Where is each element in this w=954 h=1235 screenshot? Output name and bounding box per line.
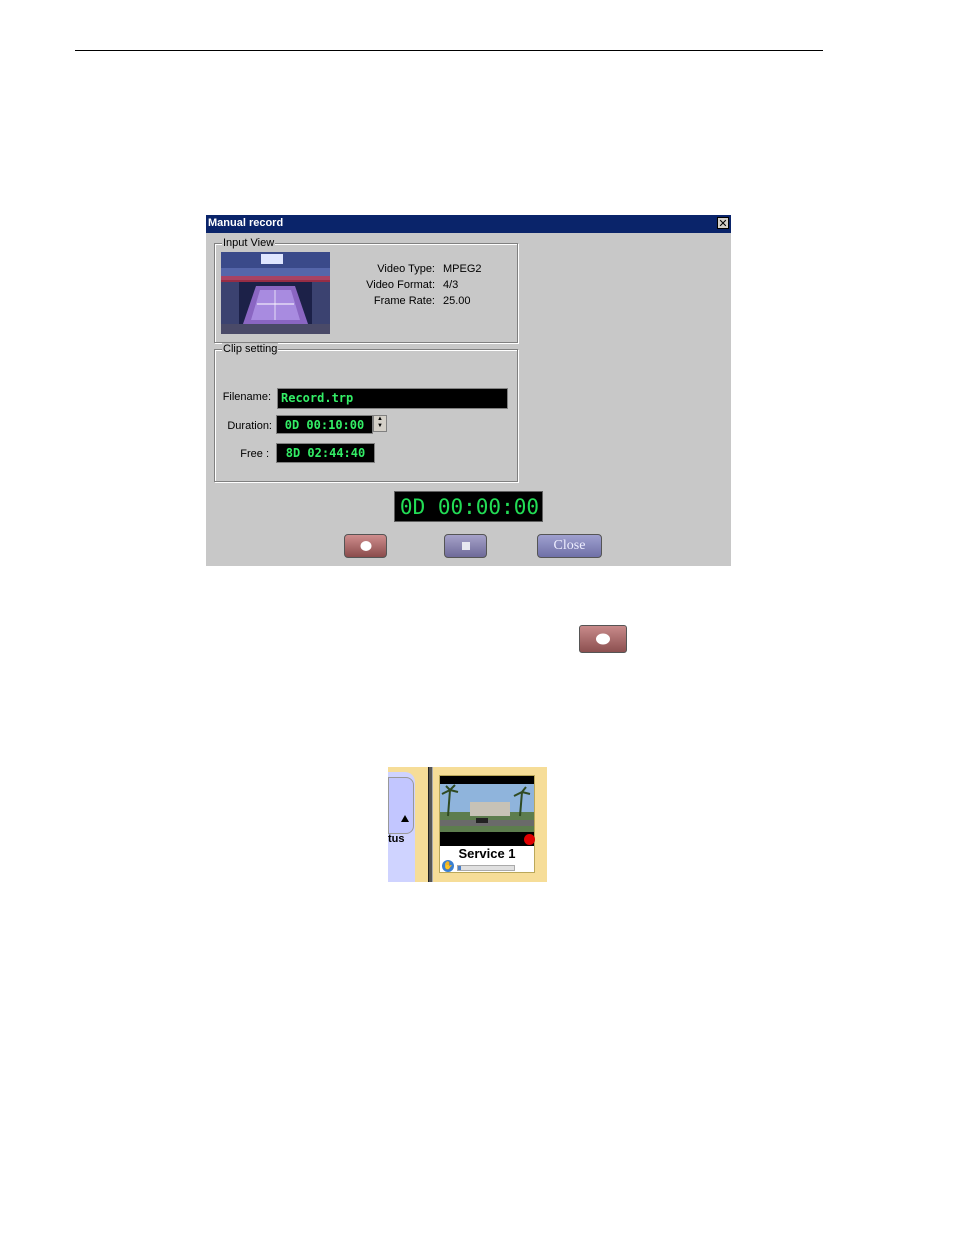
filename-label: Filename: — [222, 391, 271, 403]
record-button[interactable] — [344, 534, 387, 558]
duration-field[interactable]: 0D 00:10:00 — [276, 415, 373, 434]
clip-setting-group: Clip setting Filename: Record.trp Durati… — [214, 343, 518, 482]
service-card[interactable]: Service 1 ✋ — [439, 775, 535, 873]
clip-setting-label: Clip setting — [222, 343, 279, 355]
service-name: Service 1 — [458, 846, 516, 861]
close-icon[interactable]: ✕ — [717, 217, 729, 229]
scroll-up-button[interactable] — [388, 777, 414, 834]
record-dot-icon — [596, 633, 610, 645]
dialog-title: Manual record — [208, 217, 284, 229]
duration-label: Duration: — [227, 420, 272, 432]
header-rule — [75, 50, 823, 51]
close-button[interactable]: Close — [537, 534, 602, 558]
status-tab-label: tus — [388, 833, 405, 845]
duration-spinner[interactable]: ▲ ▼ — [373, 415, 387, 432]
service-progress-bar — [457, 865, 515, 871]
input-preview-thumbnail — [221, 252, 330, 334]
spin-up-icon[interactable]: ▲ — [374, 416, 386, 423]
frame-rate-label: Frame Rate: — [373, 295, 435, 307]
hand-icon: ✋ — [442, 860, 454, 872]
status-tab[interactable]: tus — [388, 772, 415, 882]
stop-button[interactable] — [444, 534, 487, 558]
input-view-group: Input View Video Type: MPEG2 Video Forma… — [214, 237, 518, 343]
frame-rate-value: 25.00 — [443, 295, 471, 307]
title-bar: Manual record ✕ — [206, 215, 731, 233]
arrow-up-icon — [401, 815, 409, 822]
record-button-example[interactable] — [579, 625, 627, 653]
video-format-value: 4/3 — [443, 279, 459, 291]
manual-record-dialog: Manual record ✕ Input View Video Type: M… — [206, 215, 731, 566]
free-space-display: 8D 02:44:40 — [276, 443, 375, 463]
street-scene-image — [440, 776, 534, 846]
service-preview — [440, 776, 534, 846]
video-format-label: Video Format: — [366, 279, 435, 291]
elapsed-time-display: 0D 00:00:00 — [394, 491, 543, 522]
tennis-arena-image — [221, 252, 330, 334]
record-dot-icon — [360, 541, 371, 551]
input-view-label: Input View — [222, 237, 276, 249]
service-panel: tus Service 1 ✋ — [388, 767, 547, 882]
spin-down-icon[interactable]: ▼ — [374, 423, 386, 430]
video-type-value: MPEG2 — [443, 263, 482, 275]
video-type-label: Video Type: — [377, 263, 435, 275]
stop-square-icon — [461, 542, 470, 550]
recording-indicator-icon — [524, 834, 535, 845]
panel-divider — [428, 767, 433, 882]
free-label: Free : — [240, 448, 269, 460]
filename-field[interactable]: Record.trp — [277, 388, 508, 409]
service-progress-fill — [458, 866, 461, 870]
